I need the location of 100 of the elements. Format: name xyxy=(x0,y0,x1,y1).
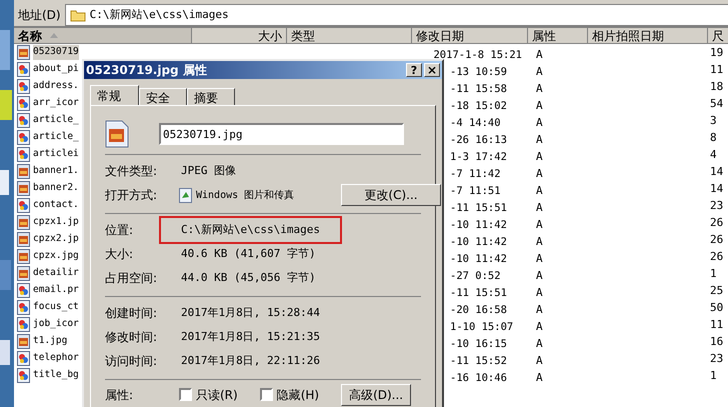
file-name[interactable]: banner1. xyxy=(33,164,79,179)
file-name[interactable]: cpzx.jpg xyxy=(33,249,79,264)
property-value: 40.6 KB (41,607 字节) xyxy=(180,246,317,262)
table-cell-text: 18 xyxy=(709,79,724,95)
file-name[interactable]: article_ xyxy=(33,113,79,128)
table-cell-text: 26 xyxy=(709,215,724,231)
column-header[interactable]: 类型 xyxy=(287,28,412,44)
image-file-icon xyxy=(17,351,30,366)
address-field[interactable]: C:\新网站\e\css\images xyxy=(64,4,728,26)
file-name[interactable]: job_icor xyxy=(33,317,79,332)
column-header[interactable]: 尺 xyxy=(708,28,728,44)
table-cell-text: 16 xyxy=(709,334,724,350)
file-name[interactable]: cpzx2.jp xyxy=(33,232,79,247)
dialog-tab[interactable]: 摘要 xyxy=(187,88,235,105)
file-name[interactable]: t1.jpg xyxy=(33,334,68,349)
image-file-icon xyxy=(17,249,30,264)
attribute-value: A xyxy=(536,99,543,112)
image-file-icon xyxy=(17,96,30,111)
modified-date: 1-10 15:07 xyxy=(450,321,514,333)
modified-date: -10 11:42 xyxy=(450,236,507,248)
table-cell-text: 23 xyxy=(709,198,724,214)
attribute-value: A xyxy=(536,48,543,61)
help-button[interactable]: ? xyxy=(406,63,422,77)
attribute-checkbox[interactable]: 只读(R) xyxy=(179,386,238,404)
property-value: 44.0 KB (45,056 字节) xyxy=(180,270,317,286)
file-name[interactable]: telephor xyxy=(33,351,79,366)
checkbox[interactable] xyxy=(260,388,273,401)
file-name-field[interactable]: 05230719.jpg xyxy=(159,123,404,145)
property-label: 占用空间: xyxy=(105,270,158,287)
modified-date: -20 16:58 xyxy=(450,304,507,316)
dialog-tab[interactable]: 常规 xyxy=(90,85,139,105)
table-cell-text: 25 xyxy=(709,283,724,299)
change-button[interactable]: 更改(C)... xyxy=(341,184,441,206)
attribute-value: A xyxy=(536,133,543,146)
file-name[interactable]: detailir xyxy=(33,266,79,281)
column-header[interactable]: 修改日期 xyxy=(412,28,528,44)
file-name[interactable]: articlei xyxy=(33,147,79,162)
checkbox[interactable] xyxy=(179,388,192,401)
file-name[interactable]: banner2. xyxy=(33,181,79,196)
modified-date: -11 15:51 xyxy=(450,202,507,214)
table-cell-text: 11 xyxy=(709,62,724,78)
attribute-value: A xyxy=(536,201,543,214)
dialog-tab[interactable]: 安全 xyxy=(139,88,187,105)
file-name[interactable]: 05230719 xyxy=(33,45,79,60)
image-file-icon xyxy=(17,113,30,128)
advanced-button[interactable]: 高级(D)... xyxy=(341,384,412,406)
address-path: C:\新网站\e\css\images xyxy=(90,6,229,23)
property-label: 修改时间: xyxy=(105,329,158,346)
image-file-icon xyxy=(105,120,129,148)
file-name[interactable]: title_bg xyxy=(33,368,79,383)
table-cell-text: 23 xyxy=(709,351,724,367)
close-button[interactable]: × xyxy=(424,63,440,77)
file-name[interactable]: article_ xyxy=(33,130,79,145)
attribute-value: A xyxy=(536,303,543,316)
image-file-icon xyxy=(17,147,30,162)
column-header[interactable]: 相片拍照日期 xyxy=(588,28,708,44)
table-cell-text: 26 xyxy=(709,249,724,265)
image-file-icon xyxy=(17,79,30,94)
file-name[interactable]: focus_ct xyxy=(33,300,79,315)
image-file-icon xyxy=(17,164,30,179)
table-cell-text: 14 xyxy=(709,181,724,197)
file-name[interactable]: contact. xyxy=(33,198,79,213)
attribute-value: A xyxy=(536,218,543,231)
image-file-icon xyxy=(17,198,30,213)
attribute-value: A xyxy=(536,371,543,384)
image-file-icon xyxy=(17,62,30,77)
modified-date: -11 15:51 xyxy=(450,287,507,299)
modified-date: -13 10:59 xyxy=(450,66,507,78)
modified-date: -16 10:46 xyxy=(450,372,507,384)
modified-date: -10 11:42 xyxy=(450,253,507,265)
column-header[interactable]: 大小 xyxy=(192,28,287,44)
image-file-icon xyxy=(17,215,30,230)
table-cell-text: 1 xyxy=(709,266,717,282)
property-label: 位置: xyxy=(105,222,134,239)
property-label: 文件类型: xyxy=(105,163,158,180)
image-file-icon xyxy=(17,300,30,315)
file-name[interactable]: address. xyxy=(33,79,79,94)
property-value: 2017年1月8日, 22:11:26 xyxy=(180,352,321,369)
sort-arrow-icon xyxy=(50,33,58,38)
column-header[interactable]: 属性 xyxy=(528,28,588,44)
file-name[interactable]: arr_icor xyxy=(33,96,79,111)
property-label: 大小: xyxy=(105,246,134,263)
image-file-icon xyxy=(17,181,30,196)
program-icon xyxy=(179,188,192,202)
modified-date: -7 11:42 xyxy=(450,168,501,180)
file-name[interactable]: email.pr xyxy=(33,283,79,298)
property-value: 2017年1月8日, 15:21:35 xyxy=(180,328,321,345)
file-name[interactable]: about_pi xyxy=(33,62,79,77)
property-value: C:\新网站\e\css\images xyxy=(159,216,342,244)
file-name[interactable]: cpzx1.jp xyxy=(33,215,79,230)
property-label: 属性: xyxy=(105,386,134,404)
image-file-icon xyxy=(17,266,30,281)
modified-date: -27 0:52 xyxy=(450,270,501,282)
property-label: 创建时间: xyxy=(105,305,158,322)
column-header[interactable]: 名称 xyxy=(14,28,192,44)
table-cell-text: 54 xyxy=(709,96,724,112)
table-cell-text: 4 xyxy=(709,147,717,163)
attribute-checkbox[interactable]: 隐藏(H) xyxy=(260,386,320,404)
image-file-icon xyxy=(17,368,30,383)
table-cell-text: 8 xyxy=(709,130,717,146)
